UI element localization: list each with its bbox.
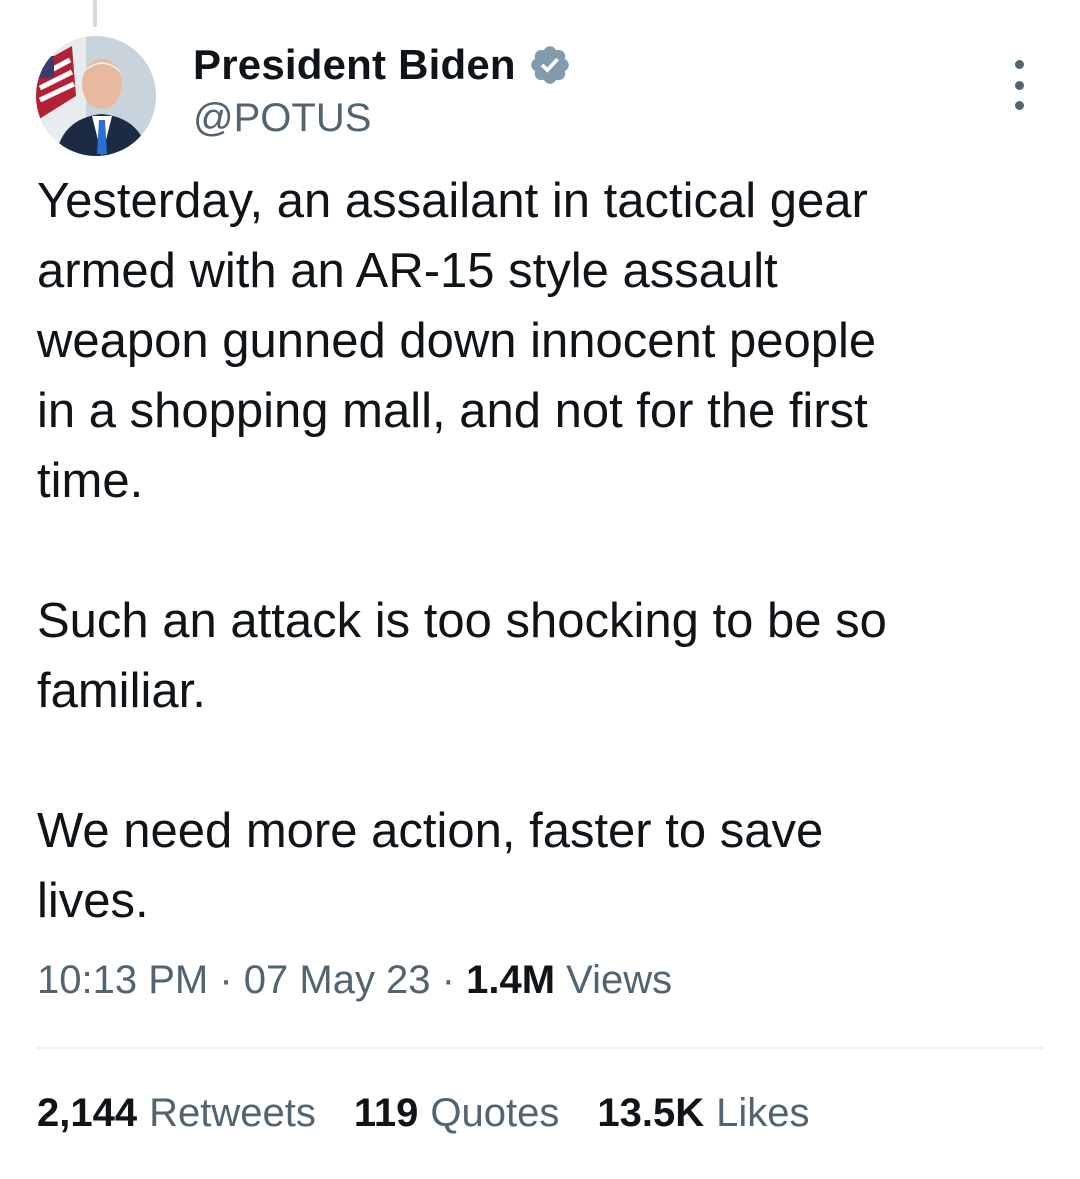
retweets-stat[interactable]: 2,144 Retweets xyxy=(37,1091,316,1136)
more-dot xyxy=(1014,60,1024,69)
likes-stat[interactable]: 13.5K Likes xyxy=(597,1091,809,1136)
retweets-label: Retweets xyxy=(149,1091,316,1135)
author-handle[interactable]: @POTUS xyxy=(193,96,572,141)
views-label: Views xyxy=(566,958,673,1002)
tweet-metadata: 10:13 PM · 07 May 23 · 1.4M Views xyxy=(37,958,672,1003)
thread-connector-line xyxy=(93,0,97,27)
more-dot xyxy=(1014,101,1024,110)
divider xyxy=(36,1047,1044,1049)
tweet-time[interactable]: 10:13 PM xyxy=(37,958,208,1002)
tweet-author[interactable]: President Biden @POTUS xyxy=(193,38,572,141)
likes-count: 13.5K xyxy=(597,1091,705,1135)
meta-separator: · xyxy=(208,958,244,1002)
tweet-paragraph: Yesterday, an assailant in tactical gear… xyxy=(37,174,877,508)
quotes-stat[interactable]: 119 Quotes xyxy=(354,1091,560,1136)
avatar[interactable] xyxy=(36,36,156,156)
retweets-count: 2,144 xyxy=(37,1091,138,1135)
verified-badge-icon xyxy=(528,43,572,87)
avatar-photo xyxy=(36,36,156,156)
tweet-text: Yesterday, an assailant in tactical gear… xyxy=(37,166,1047,936)
tweet-paragraph: We need more action, faster to save live… xyxy=(37,804,824,928)
quotes-label: Quotes xyxy=(430,1091,560,1135)
tweet-stats: 2,144 Retweets 119 Quotes 13.5K Likes xyxy=(37,1091,848,1136)
author-display-name[interactable]: President Biden xyxy=(193,41,516,89)
author-name-row: President Biden xyxy=(193,38,572,92)
likes-label: Likes xyxy=(716,1091,810,1135)
tweet-paragraph: Such an attack is too shocking to be so … xyxy=(37,594,887,718)
quotes-count: 119 xyxy=(353,1091,419,1135)
meta-separator: · xyxy=(430,958,467,1002)
more-options-icon[interactable] xyxy=(1004,60,1034,110)
views-count[interactable]: 1.4M xyxy=(466,958,555,1002)
tweet-date[interactable]: 07 May 23 xyxy=(244,958,431,1002)
more-dot xyxy=(1014,80,1024,90)
